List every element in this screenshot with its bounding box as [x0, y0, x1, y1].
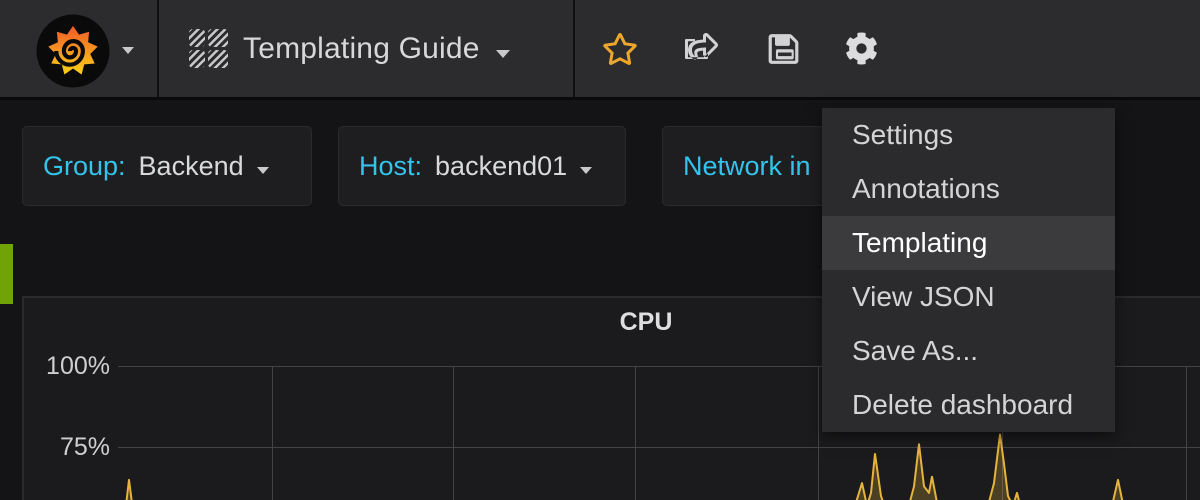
dashboard-title: Templating Guide [243, 32, 480, 66]
chevron-down-icon [122, 47, 134, 54]
chevron-down-icon [580, 167, 592, 174]
menu-item-save-as[interactable]: Save As... [822, 324, 1115, 378]
variable-value: Backend [139, 151, 244, 182]
y-axis-tick: 75% [28, 433, 110, 462]
star-icon[interactable] [598, 0, 642, 97]
variable-label: Group: [43, 151, 126, 182]
variable-value: backend01 [435, 151, 567, 182]
variable-label: Network in [683, 151, 811, 182]
y-axis-tick: 100% [28, 352, 110, 381]
grafana-logo[interactable] [35, 13, 111, 89]
top-navbar: Templating Guide [0, 0, 1200, 100]
logo-section [0, 0, 159, 97]
save-icon[interactable] [761, 0, 805, 97]
menu-item-annotations[interactable]: Annotations [822, 162, 1115, 216]
variable-dropdown-host[interactable]: Host: backend01 [338, 126, 626, 206]
panel-title[interactable]: CPU [620, 308, 673, 337]
dashboard-grid-icon [189, 29, 228, 68]
gear-icon[interactable] [839, 0, 883, 97]
share-icon[interactable] [678, 0, 722, 97]
row-handle-bar[interactable] [0, 244, 13, 304]
menu-item-view-json[interactable]: View JSON [822, 270, 1115, 324]
chevron-down-icon [496, 50, 510, 58]
dashboard-title-dropdown[interactable]: Templating Guide [159, 0, 575, 97]
chevron-down-icon [257, 167, 269, 174]
variable-label: Host: [359, 151, 422, 182]
menu-item-templating[interactable]: Templating [822, 216, 1115, 270]
grafana-dashboard: Templating Guide Group: Backend Host: ba… [0, 0, 1200, 500]
menu-item-settings[interactable]: Settings [822, 108, 1115, 162]
menu-item-delete-dashboard[interactable]: Delete dashboard [822, 378, 1115, 432]
variable-dropdown-group[interactable]: Group: Backend [22, 126, 312, 206]
settings-dropdown-menu: Settings Annotations Templating View JSO… [822, 108, 1115, 432]
